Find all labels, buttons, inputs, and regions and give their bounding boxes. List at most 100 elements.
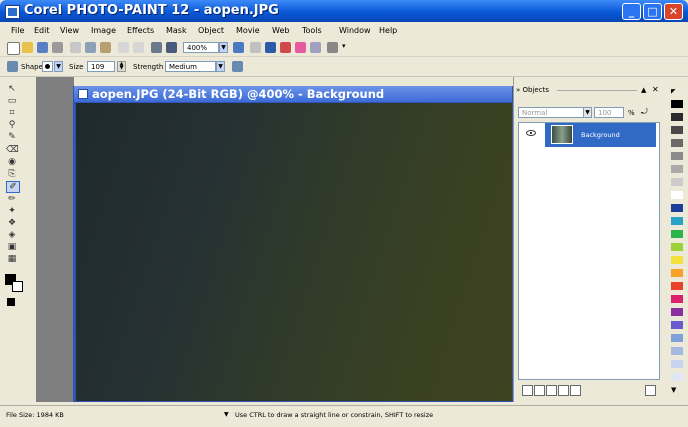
image-canvas[interactable] [76, 103, 512, 401]
object-icon[interactable] [265, 42, 276, 53]
color-swatch[interactable] [671, 256, 683, 264]
menu-window[interactable]: Window [339, 26, 371, 35]
color-swatch[interactable] [671, 139, 683, 147]
toolbar-overflow-icon[interactable]: ▾ [342, 42, 346, 50]
export-icon[interactable] [166, 42, 177, 53]
color-swatch[interactable] [671, 243, 683, 251]
lock-transparency-icon[interactable]: ⤾ [641, 107, 648, 117]
group-objects-icon[interactable] [558, 385, 569, 396]
print-icon[interactable] [52, 42, 63, 53]
fill-color-icon[interactable] [7, 298, 15, 306]
color-swatch[interactable] [671, 373, 683, 381]
palette-menu-icon[interactable]: ◤ [671, 88, 683, 96]
zoom-fit-icon[interactable] [233, 42, 244, 53]
color-swatch[interactable] [671, 230, 683, 238]
menu-movie[interactable]: Movie [236, 26, 260, 35]
color-swatch[interactable] [671, 217, 683, 225]
touchup-brush-icon[interactable]: ✐ [6, 181, 20, 193]
eyedropper-icon[interactable]: ✎ [6, 132, 18, 142]
size-input[interactable]: 109 [87, 61, 115, 72]
palette-scroll-down-icon[interactable]: ▼ [671, 386, 676, 394]
menu-image[interactable]: Image [91, 26, 116, 35]
undo-icon[interactable] [118, 42, 129, 53]
pick-tool-icon[interactable]: ↖ [6, 84, 18, 94]
save-icon[interactable] [37, 42, 48, 53]
grid-icon[interactable] [310, 42, 321, 53]
menu-tools[interactable]: Tools [302, 26, 322, 35]
color-swatch[interactable] [671, 152, 683, 160]
color-swatch[interactable] [671, 100, 683, 108]
color-swatch[interactable] [671, 178, 683, 186]
import-icon[interactable] [151, 42, 162, 53]
color-swatch[interactable] [671, 295, 683, 303]
color-swatch[interactable] [671, 269, 683, 277]
cut-icon[interactable] [70, 42, 81, 53]
effect-tool-icon[interactable]: ✦ [6, 206, 18, 216]
object-properties-icon[interactable] [570, 385, 581, 396]
docker-close-icon[interactable]: ✕ [652, 85, 659, 94]
size-spinner-icon[interactable]: ▲ ▼ [117, 61, 126, 72]
color-swatch[interactable] [671, 204, 683, 212]
maximize-button[interactable]: □ [643, 3, 662, 20]
color-swatch[interactable] [671, 308, 683, 316]
shape-round-icon[interactable] [42, 61, 53, 72]
paint-tool-icon[interactable]: ✏ [6, 194, 18, 204]
menu-view[interactable]: View [60, 26, 79, 35]
blend-mode-dropdown-icon[interactable]: ▼ [583, 107, 592, 118]
menu-web[interactable]: Web [272, 26, 289, 35]
clone-tool-icon[interactable]: ⎘ [6, 169, 18, 179]
status-dropdown-icon[interactable]: ▼ [224, 411, 229, 418]
image-sprayer-icon[interactable]: ❖ [6, 218, 18, 228]
duplicate-object-icon[interactable] [534, 385, 545, 396]
app-icon[interactable] [5, 5, 20, 19]
paste-icon[interactable] [100, 42, 111, 53]
menu-help[interactable]: Help [379, 26, 397, 35]
zoom-tool-icon[interactable]: ⚲ [6, 120, 18, 130]
new-icon[interactable] [7, 42, 20, 55]
zoom-field[interactable]: 400% [183, 42, 219, 53]
docker-grip[interactable] [557, 90, 637, 91]
pick-tool-icon[interactable] [250, 42, 261, 53]
close-button[interactable]: ✕ [664, 3, 683, 20]
strength-select[interactable]: Medium [165, 61, 216, 72]
crop-tool-icon[interactable]: ⌗ [6, 108, 18, 118]
redeye-icon[interactable]: ◉ [6, 157, 18, 167]
combine-objects-icon[interactable] [546, 385, 557, 396]
text-options-icon[interactable] [327, 42, 338, 53]
color-swatch[interactable] [671, 126, 683, 134]
minimize-button[interactable]: _ [622, 3, 641, 20]
color-swatch[interactable] [671, 347, 683, 355]
zoom-dropdown-icon[interactable]: ▼ [219, 42, 228, 53]
menu-effects[interactable]: Effects [127, 26, 154, 35]
background-color-icon[interactable] [12, 281, 23, 292]
text-tool-icon[interactable]: ▣ [6, 242, 18, 252]
color-swatch[interactable] [671, 321, 683, 329]
color-swatch[interactable] [671, 191, 683, 199]
strength-dropdown-icon[interactable]: ▼ [216, 61, 225, 72]
open-icon[interactable] [22, 42, 33, 53]
blend-mode-select[interactable]: Normal [518, 107, 590, 118]
mask-overlay-icon[interactable] [295, 42, 306, 53]
color-swatch[interactable] [671, 360, 683, 368]
shape-tool-icon[interactable]: ▦ [6, 254, 18, 264]
visibility-eye-icon[interactable] [526, 130, 536, 136]
menu-mask[interactable]: Mask [166, 26, 187, 35]
opacity-input[interactable]: 100 [594, 107, 624, 118]
delete-object-icon[interactable] [645, 385, 656, 396]
fill-tool-icon[interactable]: ◈ [6, 230, 18, 240]
docker-collapse-icon[interactable]: ▲ [641, 86, 646, 94]
color-swatch[interactable] [671, 113, 683, 121]
color-swatch[interactable] [671, 282, 683, 290]
color-swatch[interactable] [671, 334, 683, 342]
new-object-icon[interactable] [522, 385, 533, 396]
brush-settings-icon[interactable] [232, 61, 243, 72]
color-swatch[interactable] [671, 165, 683, 173]
menu-file[interactable]: File [11, 26, 24, 35]
rectangle-mask-icon[interactable]: ▭ [6, 96, 18, 106]
eraser-icon[interactable]: ⌫ [6, 145, 19, 155]
mask-icon[interactable] [280, 42, 291, 53]
menu-object[interactable]: Object [198, 26, 224, 35]
copy-icon[interactable] [85, 42, 96, 53]
redo-icon[interactable] [133, 42, 144, 53]
shape-dropdown-icon[interactable]: ▼ [54, 61, 63, 72]
